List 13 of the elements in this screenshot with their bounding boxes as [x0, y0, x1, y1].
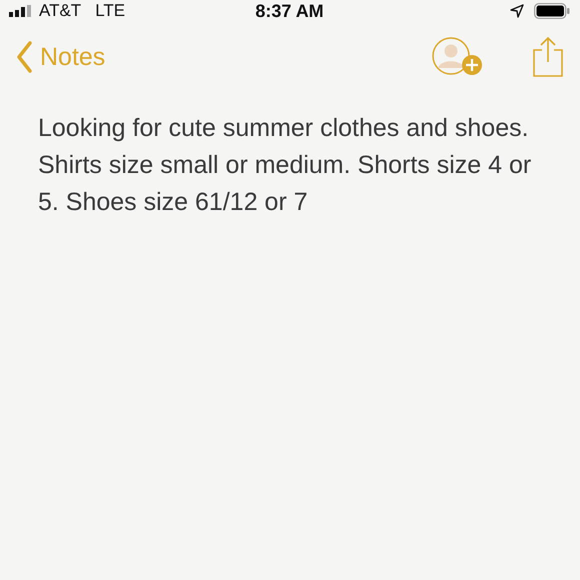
- add-person-button[interactable]: [432, 37, 484, 77]
- location-arrow-icon: [510, 4, 524, 18]
- back-button[interactable]: Notes: [16, 41, 106, 73]
- chevron-left-icon: [16, 41, 32, 73]
- carrier-name: AT&T: [39, 1, 82, 21]
- signal-icon: [9, 5, 33, 17]
- note-text: Looking for cute summer clothes and shoes. Shirts size small or medium. Shorts size 4 or 5. Shoes size 61/12 or 7: [38, 113, 532, 218]
- clock-time: 8:37 AM: [255, 0, 324, 22]
- battery-icon: [534, 3, 570, 19]
- share-button[interactable]: [532, 36, 564, 78]
- share-icon: [532, 36, 564, 78]
- add-person-icon: [432, 37, 484, 77]
- network-type: LTE: [95, 1, 126, 21]
